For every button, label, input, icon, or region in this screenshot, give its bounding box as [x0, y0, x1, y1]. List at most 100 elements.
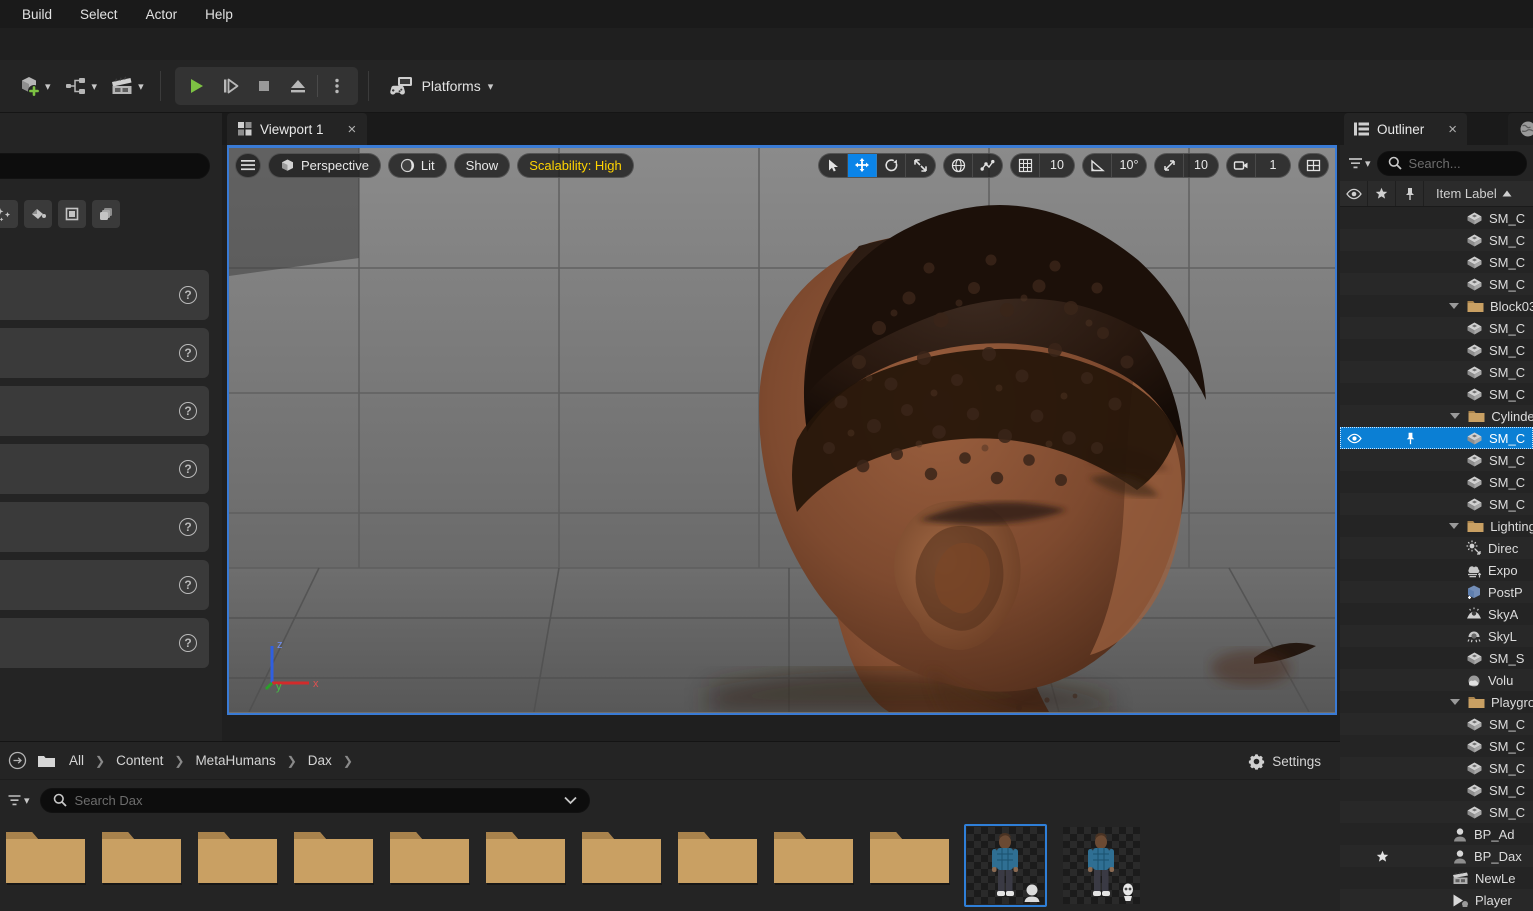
- row-favorite-toggle[interactable]: [1368, 559, 1396, 581]
- row-visibility-toggle[interactable]: [1340, 317, 1368, 339]
- scale-snap-value[interactable]: 10: [1184, 154, 1218, 177]
- breadcrumb-metahumans[interactable]: MetaHumans: [190, 750, 280, 771]
- row-visibility-toggle[interactable]: [1340, 823, 1368, 845]
- row-visibility-toggle[interactable]: [1340, 669, 1368, 691]
- row-visibility-toggle[interactable]: [1340, 867, 1368, 889]
- row-pin-toggle[interactable]: [1396, 427, 1424, 449]
- row-pin-toggle[interactable]: [1396, 669, 1424, 691]
- camera-mode-button[interactable]: Perspective: [268, 152, 381, 178]
- left-panel-row[interactable]: ?: [0, 618, 209, 668]
- content-folder-item[interactable]: [676, 824, 759, 886]
- column-favorite[interactable]: [1368, 181, 1396, 206]
- outliner-folder-row[interactable]: Lighting: [1340, 515, 1533, 537]
- row-pin-toggle[interactable]: [1396, 735, 1424, 757]
- outliner-item-row[interactable]: SM_C: [1340, 471, 1533, 493]
- breadcrumb-dax[interactable]: Dax: [303, 750, 337, 771]
- row-favorite-toggle[interactable]: [1367, 295, 1394, 317]
- row-favorite-toggle[interactable]: [1368, 383, 1396, 405]
- row-visibility-toggle[interactable]: [1340, 801, 1368, 823]
- row-visibility-toggle[interactable]: [1340, 625, 1368, 647]
- outliner-folder-row[interactable]: Cylinde: [1340, 405, 1533, 427]
- viewport-layout-button[interactable]: [1299, 154, 1328, 177]
- row-visibility-toggle[interactable]: [1340, 691, 1367, 713]
- create-actor-button[interactable]: ▾: [10, 67, 57, 105]
- row-pin-toggle[interactable]: [1396, 361, 1424, 383]
- row-favorite-toggle[interactable]: [1368, 581, 1396, 603]
- row-pin-toggle[interactable]: [1396, 273, 1424, 295]
- row-pin-toggle[interactable]: [1396, 779, 1424, 801]
- row-pin-toggle[interactable]: [1396, 207, 1424, 229]
- row-pin-toggle[interactable]: [1396, 801, 1424, 823]
- grid-snap-button[interactable]: [1011, 153, 1040, 177]
- row-visibility-toggle[interactable]: [1340, 647, 1368, 669]
- row-visibility-toggle[interactable]: [1340, 251, 1368, 273]
- row-favorite-toggle[interactable]: [1368, 229, 1396, 251]
- content-folder-item[interactable]: [292, 824, 375, 886]
- row-pin-toggle[interactable]: [1396, 339, 1424, 361]
- question-circle-icon[interactable]: ?: [179, 286, 197, 304]
- expand-arrow-icon[interactable]: [1448, 303, 1459, 309]
- row-favorite-toggle[interactable]: [1368, 779, 1396, 801]
- expand-arrow-icon[interactable]: [1449, 699, 1460, 705]
- square-icon-button[interactable]: [58, 200, 86, 228]
- content-asset-item[interactable]: [964, 824, 1047, 907]
- left-panel-search-input[interactable]: [0, 153, 210, 179]
- angle-snap-button[interactable]: [1083, 153, 1112, 177]
- question-circle-icon[interactable]: ?: [179, 518, 197, 536]
- row-visibility-toggle[interactable]: [1340, 471, 1368, 493]
- row-favorite-toggle[interactable]: [1368, 625, 1396, 647]
- select-tool-button[interactable]: [819, 153, 848, 177]
- viewport-1[interactable]: Perspective Lit Show Scalability: High 1…: [227, 145, 1337, 715]
- angle-snap-value[interactable]: 10°: [1112, 154, 1146, 177]
- row-pin-toggle[interactable]: [1396, 471, 1424, 493]
- row-favorite-toggle[interactable]: [1368, 713, 1396, 735]
- left-panel-row[interactable]: ?: [0, 560, 209, 610]
- outliner-folder-row[interactable]: Block03: [1340, 295, 1533, 317]
- row-visibility-toggle[interactable]: [1340, 339, 1368, 361]
- row-pin-toggle[interactable]: [1396, 229, 1424, 251]
- close-icon[interactable]: ×: [1448, 122, 1457, 137]
- row-favorite-toggle[interactable]: [1368, 449, 1396, 471]
- content-folder-item[interactable]: [388, 824, 471, 886]
- row-visibility-toggle[interactable]: [1340, 361, 1368, 383]
- row-pin-toggle[interactable]: [1396, 537, 1424, 559]
- outliner-item-row[interactable]: BP_Ad: [1340, 823, 1533, 845]
- breadcrumb-content[interactable]: Content: [111, 750, 168, 771]
- content-browser-search-input[interactable]: Search Dax: [39, 787, 590, 813]
- row-visibility-toggle[interactable]: [1340, 735, 1368, 757]
- row-pin-toggle[interactable]: [1396, 823, 1424, 845]
- row-favorite-toggle[interactable]: [1368, 603, 1396, 625]
- outliner-item-row[interactable]: Expo: [1340, 559, 1533, 581]
- question-circle-icon[interactable]: ?: [179, 344, 197, 362]
- close-icon[interactable]: ×: [348, 122, 357, 137]
- outliner-item-row[interactable]: SM_C: [1340, 779, 1533, 801]
- content-folder-item[interactable]: [868, 824, 951, 886]
- menu-help[interactable]: Help: [191, 3, 247, 26]
- column-pin[interactable]: [1396, 181, 1424, 206]
- row-visibility-toggle[interactable]: [1340, 295, 1367, 317]
- content-asset-item[interactable]: [1060, 824, 1143, 907]
- row-visibility-toggle[interactable]: [1340, 427, 1368, 449]
- world-space-button[interactable]: [944, 153, 973, 177]
- row-favorite-toggle[interactable]: [1368, 537, 1396, 559]
- play-button[interactable]: [179, 69, 213, 103]
- outliner-item-row[interactable]: Direc: [1340, 537, 1533, 559]
- row-favorite-toggle[interactable]: [1368, 207, 1396, 229]
- row-pin-toggle[interactable]: [1396, 867, 1424, 889]
- menu-actor[interactable]: Actor: [132, 3, 192, 26]
- row-visibility-toggle[interactable]: [1340, 779, 1368, 801]
- camera-speed-button[interactable]: [1227, 153, 1256, 177]
- left-panel-row[interactable]: ?: [0, 270, 209, 320]
- outliner-item-row[interactable]: Volu: [1340, 669, 1533, 691]
- row-visibility-toggle[interactable]: [1340, 493, 1368, 515]
- row-pin-toggle[interactable]: [1394, 295, 1421, 317]
- outliner-item-row[interactable]: SM_C: [1340, 229, 1533, 251]
- row-favorite-toggle[interactable]: [1368, 317, 1396, 339]
- row-visibility-toggle[interactable]: [1340, 383, 1368, 405]
- row-pin-toggle[interactable]: [1396, 449, 1424, 471]
- question-circle-icon[interactable]: ?: [179, 460, 197, 478]
- row-favorite-toggle[interactable]: [1368, 493, 1396, 515]
- outliner-item-row[interactable]: SkyL: [1340, 625, 1533, 647]
- layers-icon-button[interactable]: [92, 200, 120, 228]
- outliner-item-row[interactable]: SM_C: [1340, 713, 1533, 735]
